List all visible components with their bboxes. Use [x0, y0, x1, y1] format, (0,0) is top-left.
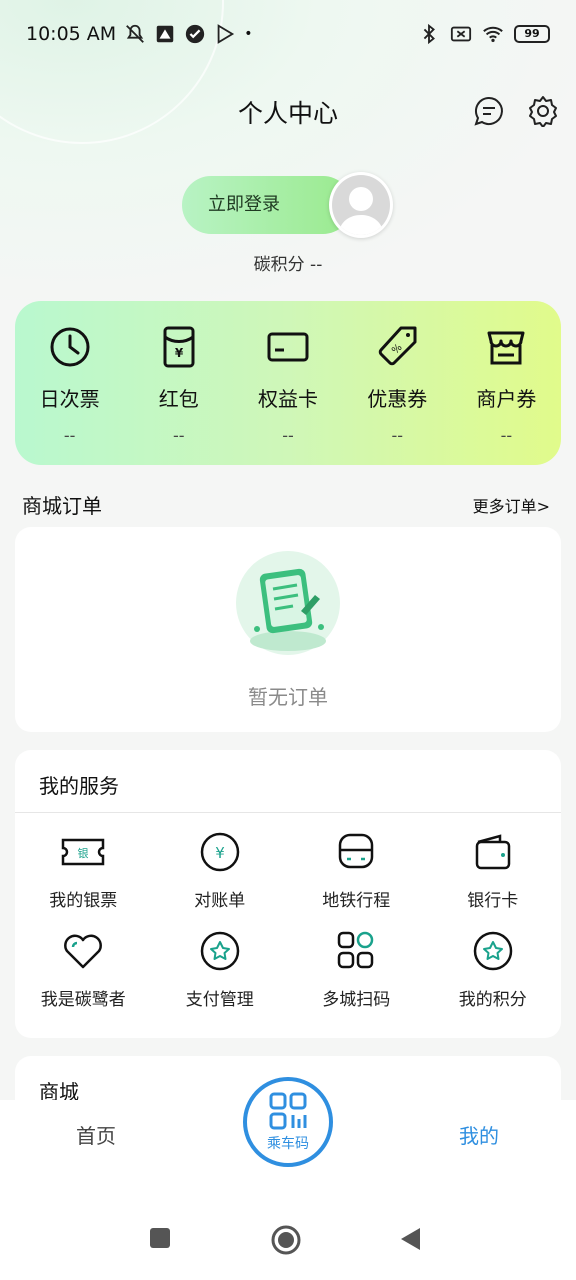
apps-grid-icon: [338, 931, 374, 969]
sim-off-icon: [450, 26, 472, 42]
dot-icon: •: [244, 26, 253, 42]
home-button[interactable]: [270, 1224, 302, 1260]
clock-icon: [50, 327, 90, 367]
wifi-icon: [483, 26, 503, 43]
more-orders-link[interactable]: 更多订单>: [473, 493, 550, 517]
orders-header: 商城订单 更多订单>: [22, 490, 550, 519]
benefit-label: 日次票: [39, 387, 100, 411]
back-button[interactable]: [398, 1226, 424, 1256]
service-label: 我的银票: [49, 891, 118, 911]
benefit-merchant-coupon[interactable]: 商户券 --: [452, 301, 561, 465]
benefits-card: 日次票 -- ¥ 红包 -- 权益卡 -- % 优惠券 -- 商户券 --: [15, 301, 561, 465]
empty-orders-text: 暂无订单: [248, 685, 328, 709]
svg-text:¥: ¥: [175, 346, 184, 360]
benefit-coupon[interactable]: % 优惠券 --: [343, 301, 452, 465]
avatar[interactable]: [329, 172, 393, 238]
divider: [15, 812, 561, 813]
play-store-icon: [217, 24, 235, 44]
benefit-value: --: [173, 426, 185, 445]
page-title: 个人中心: [237, 99, 338, 128]
status-time: 10:05 AM: [26, 23, 117, 45]
bluetooth-icon: [423, 23, 435, 45]
benefit-daily-ticket[interactable]: 日次票 --: [15, 301, 124, 465]
check-badge-icon: [186, 24, 205, 44]
service-my-points[interactable]: 我的积分: [425, 929, 562, 1010]
benefit-value: --: [282, 426, 294, 445]
default-avatar-icon: [332, 175, 390, 235]
svg-text:银: 银: [78, 846, 89, 860]
svg-text:¥: ¥: [215, 844, 225, 862]
orders-title: 商城订单: [22, 494, 102, 518]
store-icon: [487, 331, 525, 365]
service-label: 我的积分: [458, 990, 527, 1010]
recent-apps-button[interactable]: [148, 1226, 172, 1254]
system-navigation-bar: [0, 1200, 576, 1280]
chat-bubble-icon: [474, 96, 503, 126]
tab-mine[interactable]: 我的: [459, 1120, 499, 1149]
benefit-label: 优惠券: [367, 387, 428, 411]
service-metro-trips[interactable]: 地铁行程: [288, 830, 425, 911]
service-multi-city-scan[interactable]: 多城扫码: [288, 929, 425, 1010]
triangle-back-icon: [401, 1228, 420, 1250]
benefit-label: 权益卡: [258, 387, 318, 411]
service-statement[interactable]: ¥ 对账单: [152, 830, 289, 911]
services-title: 我的服务: [39, 774, 119, 798]
empty-orders-illustration: [236, 551, 340, 655]
star-circle-icon: [200, 931, 239, 971]
benefit-label: 红包: [158, 387, 199, 411]
coupon-tag-icon: %: [378, 326, 417, 366]
qr-code-icon: [269, 1092, 307, 1130]
benefit-value: --: [391, 426, 403, 445]
services-card: 我的服务 银 我的银票 ¥ 对账单 地铁行程 银行卡 我是碳鹭者 支付管理 多城: [15, 750, 561, 1038]
benefit-value: --: [500, 426, 513, 445]
service-label: 支付管理: [185, 990, 254, 1010]
yuan-circle-icon: ¥: [200, 832, 239, 872]
service-label: 地铁行程: [322, 891, 391, 911]
login-area: 立即登录: [182, 172, 394, 238]
service-label: 银行卡: [467, 891, 519, 911]
ride-code-button[interactable]: 乘车码: [243, 1077, 333, 1167]
page-header: 个人中心: [0, 86, 576, 138]
service-carbon-hero[interactable]: 我是碳鹭者: [15, 929, 152, 1010]
square-icon: [150, 1228, 170, 1248]
service-label: 我是碳鹭者: [40, 990, 126, 1010]
circle-home-icon: [271, 1225, 301, 1255]
settings-button[interactable]: [526, 94, 560, 128]
status-bar: 10:05 AM • 99: [0, 0, 576, 68]
login-button[interactable]: 立即登录: [182, 176, 352, 234]
benefit-red-envelope[interactable]: ¥ 红包 --: [124, 301, 233, 465]
ticket-icon: 银: [62, 838, 105, 866]
ride-code-label: 乘车码: [267, 1136, 309, 1152]
heart-icon: [64, 934, 103, 969]
benefit-membership-card[interactable]: 权益卡 --: [233, 301, 342, 465]
battery-indicator: 99: [514, 25, 550, 43]
service-payment-management[interactable]: 支付管理: [152, 929, 289, 1010]
star-circle-icon: [473, 931, 512, 971]
benefit-value: --: [63, 426, 76, 445]
tab-home[interactable]: 首页: [76, 1120, 116, 1149]
metro-icon: [339, 833, 374, 869]
gear-icon: [529, 96, 557, 127]
benefit-label: 商户券: [476, 387, 537, 411]
service-bank-ticket[interactable]: 银 我的银票: [15, 830, 152, 911]
red-envelope-icon: ¥: [163, 326, 195, 368]
wallet-icon: [475, 834, 510, 870]
service-label: 对账单: [194, 891, 246, 911]
message-button[interactable]: [472, 94, 506, 128]
carbon-points[interactable]: 碳积分 --: [0, 250, 576, 275]
mute-icon: [126, 24, 145, 43]
app-notification-icon: [156, 25, 174, 43]
card-icon: [267, 332, 309, 362]
service-bank-card[interactable]: 银行卡: [425, 830, 562, 911]
orders-card: 暂无订单: [15, 527, 561, 732]
service-label: 多城扫码: [322, 990, 391, 1010]
